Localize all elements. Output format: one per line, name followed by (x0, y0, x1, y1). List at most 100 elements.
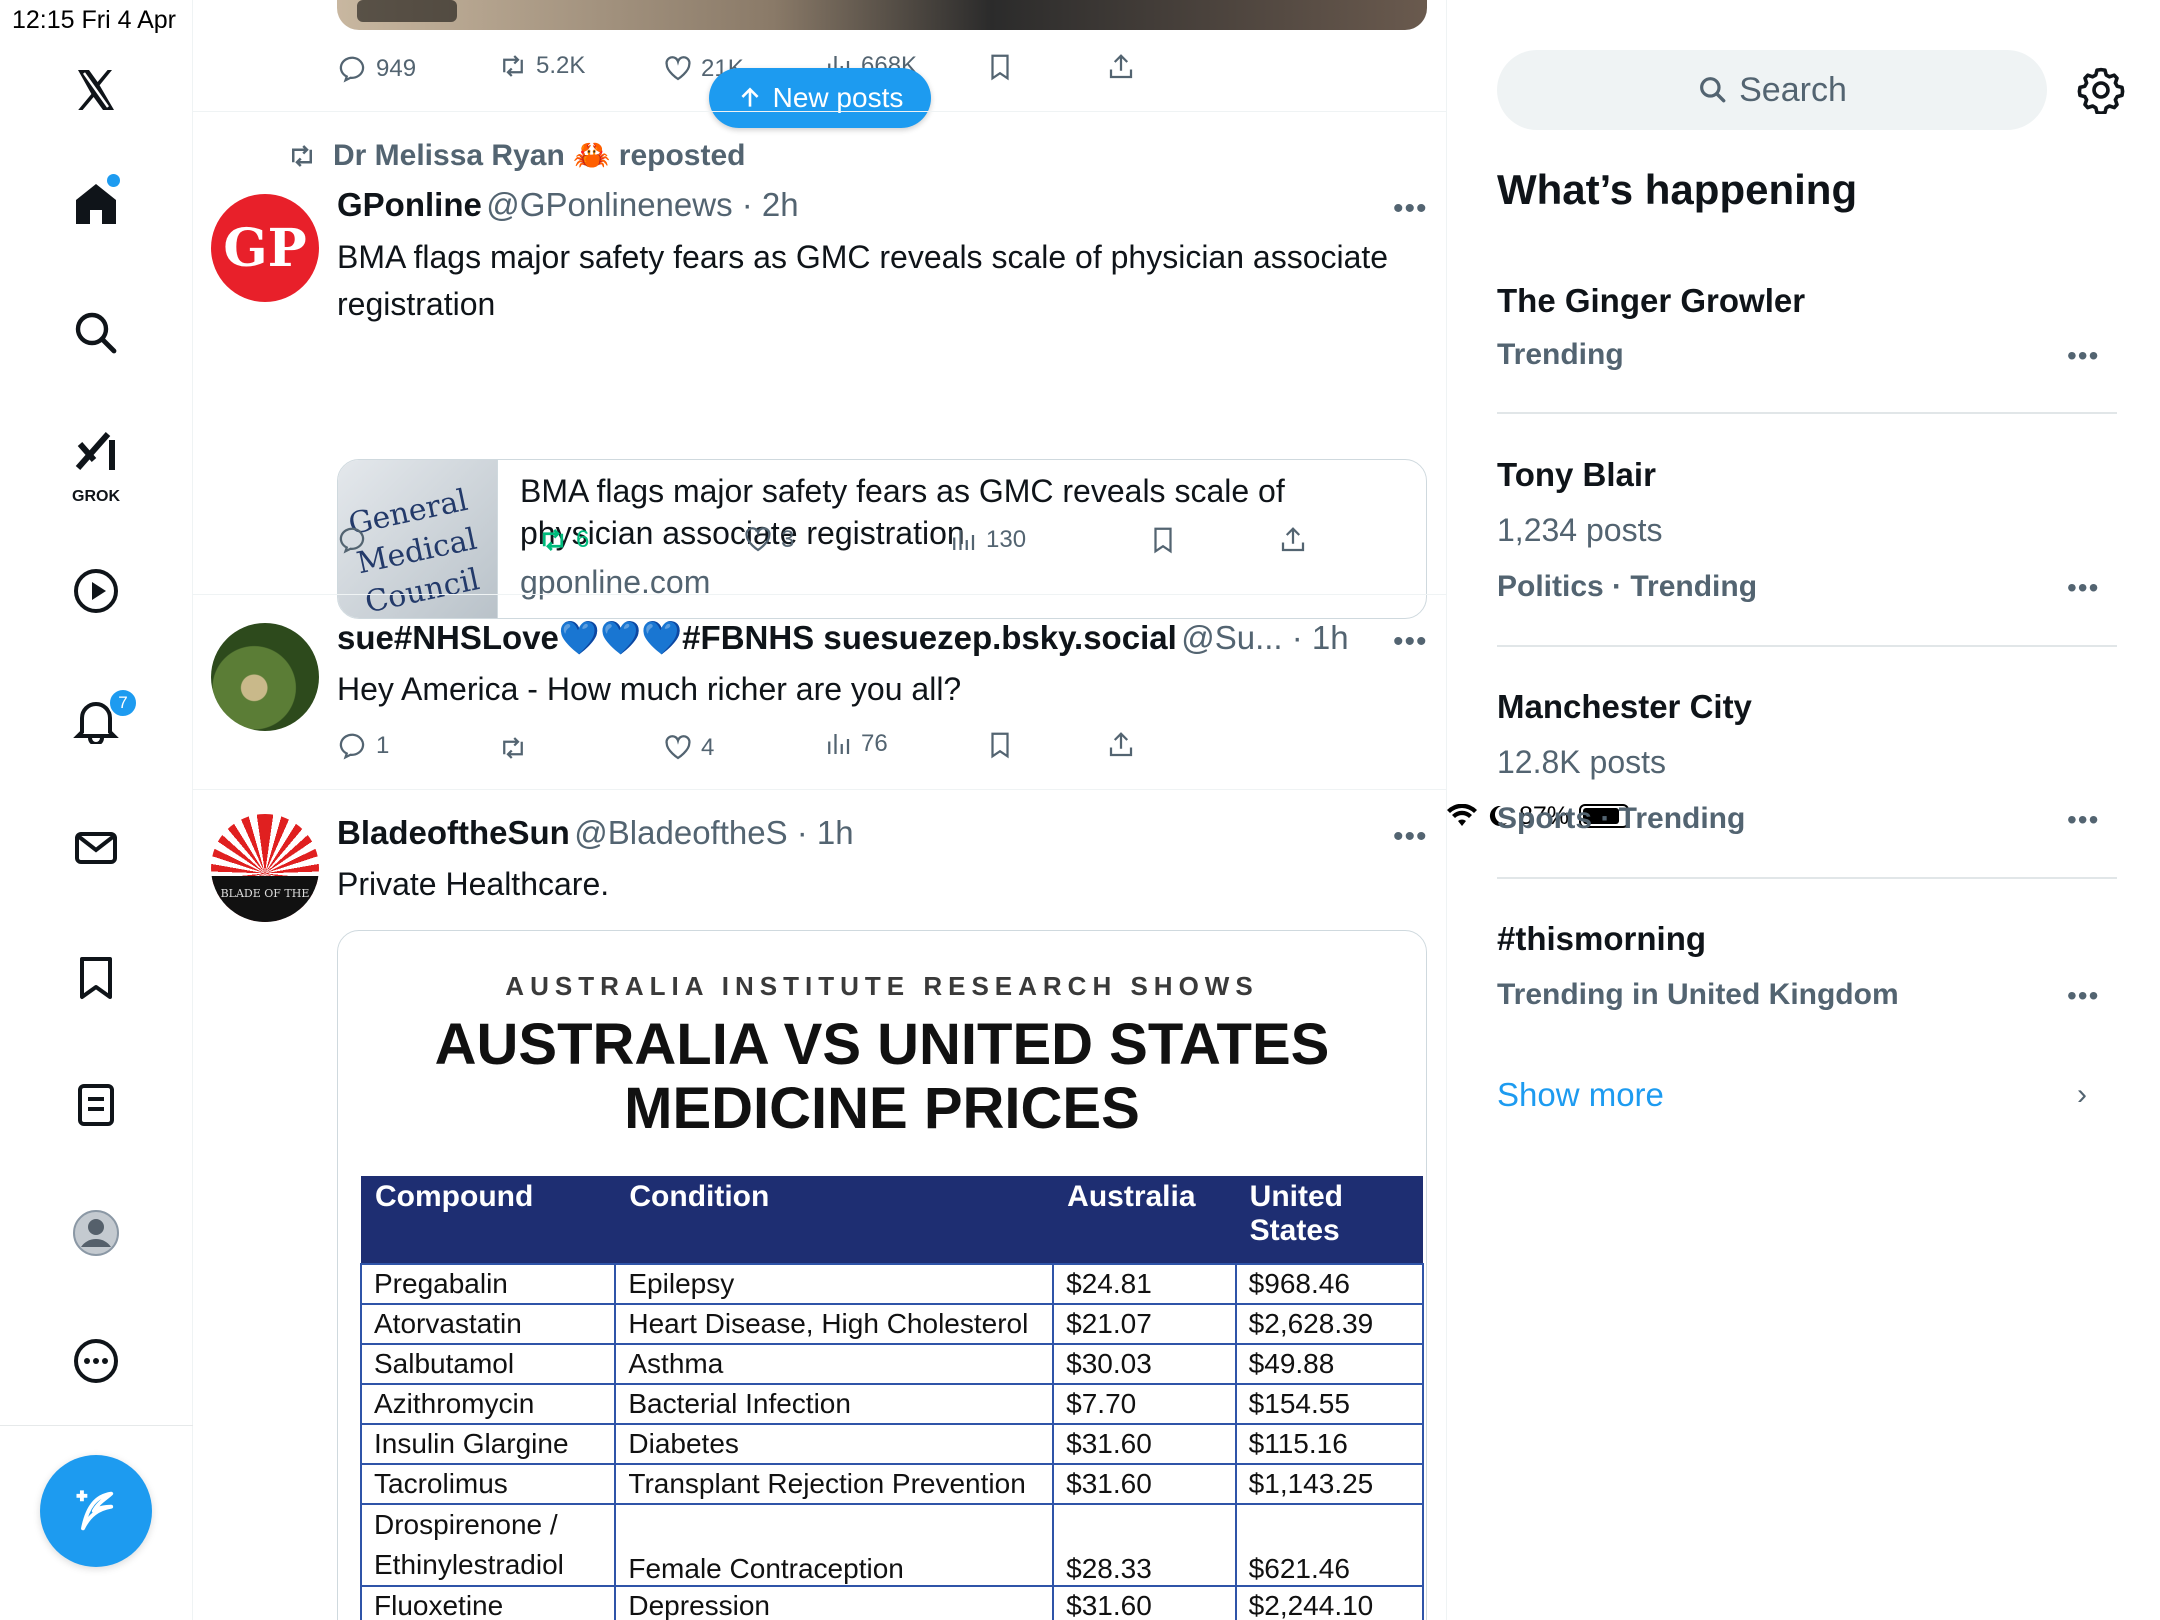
reply-icon (339, 527, 365, 554)
gponline-avatar[interactable]: GP (211, 194, 319, 302)
lists-icon[interactable] (68, 1077, 124, 1133)
tweet-text: BMA flags major safety fears as GMC reve… (337, 239, 1389, 322)
table-header-cell: Compound (361, 1176, 616, 1264)
bookmark-button[interactable] (1148, 525, 1178, 555)
explore-search-icon[interactable] (68, 305, 124, 361)
compose-post-button[interactable] (40, 1455, 152, 1567)
settings-gear-icon[interactable] (2077, 66, 2125, 114)
prev-reply-button[interactable]: 949 (338, 54, 416, 84)
trend-name[interactable]: The Ginger Growler (1497, 282, 1805, 320)
heart-icon (665, 735, 691, 760)
trend-more-icon[interactable]: ••• (2067, 340, 2099, 372)
messages-mail-icon[interactable] (68, 820, 124, 876)
trend-name[interactable]: Manchester City (1497, 688, 1752, 726)
like-button[interactable]: 3 (743, 525, 794, 555)
share-icon (1281, 527, 1305, 552)
reply-button[interactable]: 1 (338, 731, 389, 761)
table-cell: Tacrolimus (359, 1463, 617, 1505)
repost-count: 5.2K (536, 52, 586, 79)
like-button[interactable]: 4 (663, 733, 714, 763)
repost-button[interactable]: 6 (538, 525, 589, 555)
views-button[interactable]: 76 (823, 729, 888, 759)
table-cell: $31.60 (1052, 1423, 1237, 1465)
tweet-gponline[interactable]: Dr Melissa Ryan 🦀 reposted GP GPonline @… (193, 112, 1446, 619)
table-cell: $1,143.25 (1234, 1463, 1425, 1505)
trend-name[interactable]: Tony Blair (1497, 456, 1656, 494)
arrow-up-icon (741, 87, 759, 107)
table-cell: Azithromycin (359, 1383, 617, 1425)
video-play-icon[interactable] (68, 563, 124, 619)
tweet-more-icon[interactable]: ••• (1393, 625, 1428, 659)
search-icon (1700, 77, 1726, 103)
profile-avatar-icon[interactable] (68, 1205, 124, 1261)
x-logo-icon[interactable] (68, 62, 124, 118)
table-cell: $49.88 (1234, 1343, 1425, 1385)
sue-avatar[interactable] (211, 623, 319, 731)
trend-divider (1497, 412, 2117, 414)
bookmark-button[interactable] (985, 730, 1015, 760)
grok-icon[interactable] (68, 424, 124, 480)
repost-button[interactable] (498, 733, 536, 763)
media-title: AUSTRALIA VS UNITED STATES MEDICINE PRIC… (338, 1013, 1426, 1141)
reply-button[interactable] (338, 525, 376, 555)
table-cell: $115.16 (1234, 1423, 1425, 1465)
show-more-link[interactable]: Show more (1497, 1076, 1664, 1114)
bladeofthesun-avatar[interactable]: BLADE OF THE (211, 814, 319, 922)
table-cell: $31.60 (1052, 1463, 1237, 1505)
table-row: Azithromycin Bacterial Infection $7.70 $… (359, 1383, 1425, 1425)
share-button[interactable] (1106, 730, 1136, 760)
reply-icon (339, 56, 365, 83)
trend-post-count: 12.8K posts (1497, 744, 1666, 780)
grok-label: GROK (72, 488, 120, 505)
trend-meta: Sports · Trending (1497, 802, 1746, 835)
table-header-cell: Australia (1053, 1176, 1236, 1264)
views-chart-icon (828, 734, 850, 754)
author-handle[interactable]: @Su... · 1h (1181, 619, 1348, 656)
share-button[interactable] (1278, 525, 1308, 555)
like-count: 4 (701, 734, 715, 761)
table-row: Salbutamol Asthma $30.03 $49.88 (359, 1343, 1425, 1385)
tweet-more-icon[interactable]: ••• (1393, 820, 1428, 854)
sidebar-divider (0, 1425, 193, 1426)
tweet-more-icon[interactable]: ••• (1393, 192, 1428, 226)
table-cell: $2,244.10 (1234, 1585, 1425, 1620)
trend-more-icon[interactable]: ••• (2067, 572, 2099, 604)
trend-more-icon[interactable]: ••• (2067, 804, 2099, 836)
prev-bookmark-button[interactable] (985, 52, 1015, 82)
views-button[interactable]: 130 (948, 525, 1026, 555)
bookmarks-icon[interactable] (68, 949, 124, 1005)
table-cell: $30.03 (1052, 1343, 1237, 1385)
reply-icon (339, 733, 365, 760)
tweet-text: Private Healthcare. (337, 866, 610, 902)
heart-icon (745, 527, 771, 552)
search-input[interactable]: Search (1497, 50, 2047, 130)
trend-meta: Trending in United Kingdom (1497, 978, 1899, 1011)
share-icon (1109, 732, 1133, 757)
heart-icon (665, 56, 691, 81)
repost-icon (292, 144, 312, 167)
author-handle[interactable]: @GPonlinenews · 2h (486, 186, 798, 223)
author-name[interactable]: sue#NHSLove💙💙💙#FBNHS suesuezep.bsky.soci… (337, 619, 1177, 656)
notifications-badge: 7 (108, 688, 138, 718)
tweet-sue[interactable]: sue#NHSLove💙💙💙#FBNHS suesuezep.bsky.soci… (193, 595, 1446, 789)
more-options-icon[interactable] (68, 1333, 124, 1389)
trend-more-icon[interactable]: ••• (2067, 980, 2099, 1012)
home-unread-dot (107, 174, 120, 187)
author-name[interactable]: BladeoftheSun (337, 814, 570, 851)
previous-tweet-media[interactable] (337, 0, 1427, 30)
media-title-line2: MEDICINE PRICES (624, 1076, 1140, 1141)
tweet-media-image[interactable]: AUSTRALIA INSTITUTE RESEARCH SHOWS AUSTR… (337, 930, 1427, 1620)
table-row: Drospirenone / Ethinylestradiol Female C… (359, 1503, 1425, 1587)
table-cell: $2,628.39 (1234, 1303, 1425, 1345)
trend-post-count: 1,234 posts (1497, 512, 1663, 548)
tweet-header: sue#NHSLove💙💙💙#FBNHS suesuezep.bsky.soci… (337, 619, 1357, 658)
prev-share-button[interactable] (1106, 52, 1136, 82)
media-subtitle: AUSTRALIA INSTITUTE RESEARCH SHOWS (505, 971, 1259, 1001)
prev-repost-button[interactable]: 5.2K (498, 51, 585, 81)
table-cell: $31.60 (1052, 1585, 1237, 1620)
repost-count: 6 (576, 526, 590, 553)
author-name[interactable]: GPonline (337, 186, 482, 223)
trend-name[interactable]: #thismorning (1497, 920, 1706, 958)
author-handle[interactable]: @BladeoftheS · 1h (574, 814, 853, 851)
views-chart-icon (953, 530, 975, 550)
